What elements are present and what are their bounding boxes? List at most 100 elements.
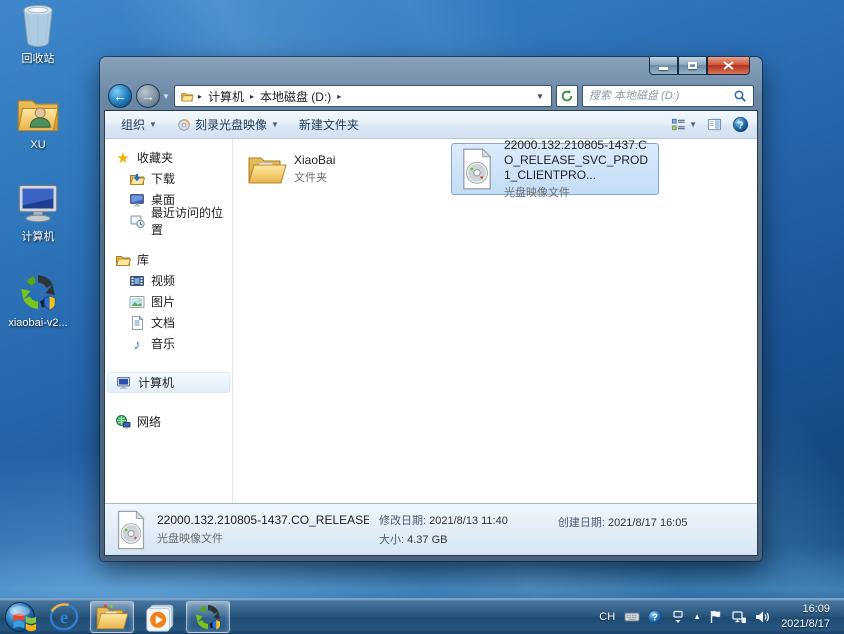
- file-name: XiaoBai: [294, 153, 335, 168]
- burn-disc-image-button[interactable]: 刻录光盘映像 ▼: [169, 113, 287, 136]
- sidebar-label: 网络: [137, 413, 161, 430]
- location-folder-icon: [179, 90, 195, 103]
- close-button[interactable]: [707, 57, 750, 75]
- taskbar-xiaobai-active[interactable]: [186, 601, 230, 633]
- language-bar-options-icon[interactable]: [670, 609, 686, 625]
- taskbar-internet-explorer[interactable]: [42, 601, 86, 633]
- address-dropdown-icon[interactable]: ▼: [533, 92, 547, 101]
- clock-time: 16:09: [781, 602, 830, 617]
- computer-icon: [116, 375, 132, 391]
- command-bar-right: ▼: [671, 116, 749, 133]
- desktop-icon-label: 计算机: [22, 228, 55, 244]
- ime-help-icon[interactable]: [647, 609, 663, 625]
- refresh-icon: [560, 89, 574, 103]
- recent-pages-dropdown[interactable]: ▼: [162, 92, 170, 101]
- forward-arrow-icon: →: [141, 88, 155, 104]
- taskbar-clock[interactable]: 16:09 2021/8/17: [777, 602, 836, 632]
- sidebar-item-music[interactable]: ♪ 音乐: [105, 333, 232, 354]
- keyboard-icon[interactable]: [624, 609, 640, 625]
- title-bar[interactable]: [104, 57, 758, 82]
- maximize-button[interactable]: [678, 57, 707, 75]
- music-note-icon: ♪: [129, 336, 145, 352]
- sidebar-item-libraries[interactable]: 库: [105, 249, 232, 270]
- star-icon: ★: [115, 150, 131, 166]
- created-date-label: 创建日期:: [558, 517, 605, 529]
- minimize-icon: [659, 67, 668, 70]
- desktop-icon-recycle-bin[interactable]: 回收站: [4, 2, 72, 88]
- taskbar-apps: [0, 599, 232, 634]
- file-tile-iso-selected[interactable]: 22000.132.210805-1437.CO_RELEASE_SVC_PRO…: [451, 143, 659, 195]
- navigation-pane: ★ 收藏夹 下载 桌面 最近访问的位置 库: [105, 139, 233, 503]
- action-center-flag-icon[interactable]: [708, 609, 724, 625]
- desktop: { "ui": { "caret": "▼", "crumb_sep": "▸"…: [0, 0, 844, 634]
- refresh-button[interactable]: [556, 85, 578, 107]
- sidebar-label: 计算机: [138, 374, 174, 391]
- search-input[interactable]: [589, 90, 733, 102]
- sidebar-item-computer[interactable]: 计算机: [107, 372, 230, 393]
- caption-buttons: [649, 57, 750, 75]
- help-button[interactable]: [732, 116, 749, 133]
- search-box[interactable]: [582, 85, 754, 107]
- change-view-button[interactable]: ▼: [671, 117, 697, 132]
- file-list[interactable]: XiaoBai 文件夹 22000.132.210805-1437.CO_REL…: [233, 139, 757, 503]
- close-icon: [723, 61, 734, 70]
- sidebar-item-pictures[interactable]: 图片: [105, 291, 232, 312]
- modified-date-label: 修改日期:: [379, 515, 426, 527]
- address-bar[interactable]: ▸ 计算机 ▸ 本地磁盘 (D:) ▸ ▼: [174, 85, 552, 107]
- details-pane: 22000.132.210805-1437.CO_RELEASE... 光盘映像…: [105, 503, 757, 555]
- taskbar-media-player[interactable]: [138, 601, 182, 633]
- search-icon: [733, 89, 747, 103]
- volume-icon[interactable]: [754, 609, 770, 625]
- window-body: 组织 ▼ 刻录光盘映像 ▼ 新建文件夹 ▼: [104, 110, 758, 556]
- desktop-icon-computer[interactable]: 计算机: [4, 180, 72, 266]
- breadcrumb-local-disk-d[interactable]: 本地磁盘 (D:): [257, 87, 334, 106]
- sidebar-label: 文档: [151, 314, 175, 331]
- help-icon: [732, 116, 749, 133]
- preview-pane-icon: [707, 117, 722, 132]
- network-status-icon[interactable]: [731, 609, 747, 625]
- file-name: 22000.132.210805-1437.CO_RELEASE_SVC_PRO…: [504, 138, 653, 183]
- sidebar-item-videos[interactable]: 视频: [105, 270, 232, 291]
- desktop-icon-label: xiaobai-v2...: [8, 317, 67, 329]
- new-folder-label: 新建文件夹: [299, 116, 359, 133]
- desktop-icon-label: 回收站: [22, 50, 55, 66]
- forward-button[interactable]: →: [136, 84, 160, 108]
- sidebar-label: 最近访问的位置: [151, 204, 232, 238]
- created-date-value: 2021/8/17 16:05: [608, 517, 688, 529]
- download-folder-icon: [129, 171, 145, 187]
- sidebar-label: 图片: [151, 293, 175, 310]
- libraries-icon: [115, 252, 131, 268]
- file-tile-xiaobai-folder[interactable]: XiaoBai 文件夹: [241, 143, 441, 195]
- breadcrumb-separator: ▸: [250, 92, 254, 101]
- sidebar-item-recent-places[interactable]: 最近访问的位置: [105, 210, 232, 231]
- breadcrumb-computer[interactable]: 计算机: [205, 87, 247, 106]
- sidebar-label: 下载: [151, 170, 175, 187]
- back-button[interactable]: ←: [108, 84, 132, 108]
- show-hidden-icons-button[interactable]: ▲: [693, 612, 701, 621]
- sidebar-item-favorites[interactable]: ★ 收藏夹: [105, 147, 232, 168]
- taskbar-windows-explorer-active[interactable]: [90, 601, 134, 633]
- new-folder-button[interactable]: 新建文件夹: [291, 113, 367, 136]
- user-folder-icon: [16, 91, 60, 137]
- recycle-bin-icon: [16, 2, 60, 48]
- maximize-icon: [688, 62, 697, 69]
- desktop-icon-xiaobai[interactable]: xiaobai-v2...: [4, 269, 72, 355]
- windows-start-icon: [4, 601, 36, 633]
- details-file-type: 光盘映像文件: [157, 530, 369, 546]
- language-indicator[interactable]: CH: [597, 611, 617, 623]
- taskbar: CH ▲ 16:09 2021/8/17: [0, 598, 844, 634]
- explorer-window: ← → ▼ ▸ 计算机 ▸ 本地磁盘 (D:) ▸ ▼ 组织 ▼: [100, 57, 762, 561]
- computer-icon: [16, 180, 60, 226]
- preview-pane-button[interactable]: [707, 117, 722, 132]
- burn-label: 刻录光盘映像: [195, 116, 267, 133]
- sidebar-item-downloads[interactable]: 下载: [105, 168, 232, 189]
- start-button[interactable]: [0, 599, 40, 634]
- desktop-icon-user-folder[interactable]: XU: [4, 91, 72, 177]
- sidebar-item-documents[interactable]: 文档: [105, 312, 232, 333]
- windows-explorer-icon: [95, 602, 129, 632]
- organize-button[interactable]: 组织 ▼: [113, 113, 165, 136]
- chevron-down-icon: ▼: [689, 120, 697, 129]
- sidebar-label: 视频: [151, 272, 175, 289]
- sidebar-item-network[interactable]: 网络: [105, 411, 232, 432]
- minimize-button[interactable]: [649, 57, 678, 75]
